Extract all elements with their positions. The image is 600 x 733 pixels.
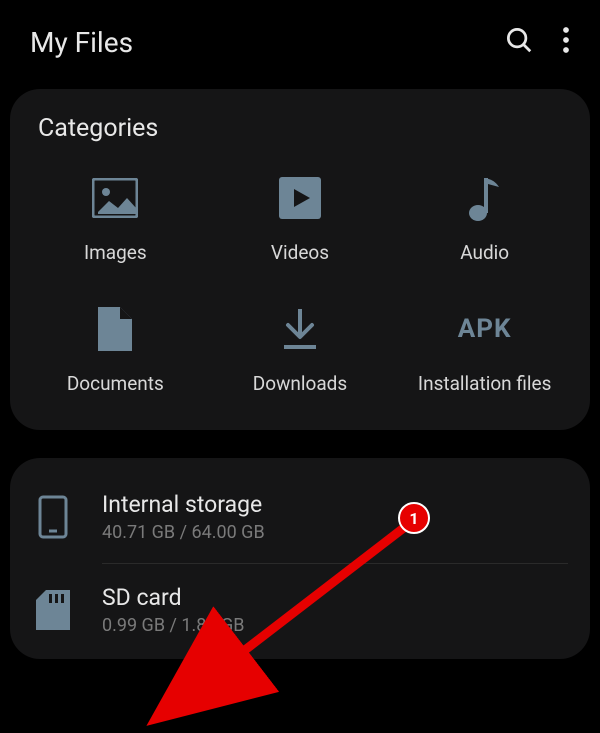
page-title: My Files [30,26,133,59]
document-icon [98,304,132,354]
storage-subtitle: 0.99 GB / 1.86 GB [102,615,244,636]
storage-text: Internal storage 40.71 GB / 64.00 GB [102,491,265,543]
category-label: Documents [67,372,164,395]
divider [102,563,568,564]
storage-sdcard[interactable]: SD card 0.99 GB / 1.86 GB [32,571,568,649]
category-documents[interactable]: Documents [28,304,203,395]
category-installation-files[interactable]: APK Installation files [397,304,572,395]
image-icon [92,173,138,223]
category-label: Videos [271,241,329,264]
download-icon [280,304,320,354]
sdcard-icon [32,590,74,630]
video-icon [279,173,321,223]
category-downloads[interactable]: Downloads [213,304,388,395]
categories-grid: Images Videos Audio [28,173,572,395]
category-images[interactable]: Images [28,173,203,264]
category-audio[interactable]: Audio [397,173,572,264]
category-label: Images [84,241,147,264]
storage-text: SD card 0.99 GB / 1.86 GB [102,584,244,636]
storage-panel: Internal storage 40.71 GB / 64.00 GB SD … [10,458,590,659]
phone-storage-icon [32,495,74,539]
category-label: Audio [460,241,509,264]
category-label: Downloads [253,372,347,395]
category-videos[interactable]: Videos [213,173,388,264]
audio-icon [468,173,502,223]
apk-icon: APK [458,304,512,354]
search-icon[interactable] [504,25,534,59]
app-header: My Files [0,0,600,89]
storage-subtitle: 40.71 GB / 64.00 GB [102,522,265,543]
categories-title: Categories [28,114,572,143]
storage-title: SD card [102,584,244,611]
storage-internal[interactable]: Internal storage 40.71 GB / 64.00 GB [32,478,568,556]
header-actions [504,25,570,59]
category-label: Installation files [418,372,552,395]
more-icon[interactable] [562,25,570,59]
storage-title: Internal storage [102,491,265,518]
categories-panel: Categories Images Videos [10,89,590,430]
